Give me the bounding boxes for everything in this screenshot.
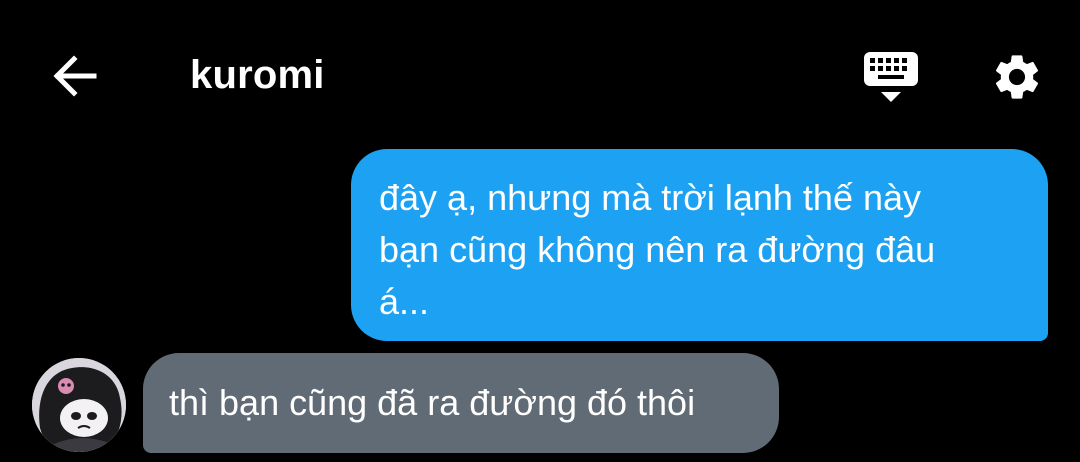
message-text-line: đây ạ, nhưng mà trời lạnh thế này bbox=[379, 177, 922, 218]
keyboard-icon bbox=[864, 52, 918, 102]
kuromi-avatar-icon bbox=[32, 358, 126, 452]
arrow-left-icon bbox=[53, 55, 97, 97]
message-bubble-received[interactable]: thì bạn cũng đã ra đường đó thôi bbox=[143, 353, 779, 453]
chat-title: kuromi bbox=[190, 53, 325, 97]
message-text-line: bạn cũng không nên ra đường đâu bbox=[379, 229, 936, 270]
keyboard-button[interactable] bbox=[862, 50, 920, 106]
message-text: thì bạn cũng đã ra đường đó thôi bbox=[169, 382, 696, 423]
settings-button[interactable] bbox=[988, 50, 1046, 104]
avatar[interactable] bbox=[32, 358, 126, 452]
gear-icon bbox=[995, 55, 1039, 99]
message-text-line: á... bbox=[379, 281, 430, 322]
message-bubble-sent[interactable]: đây ạ, nhưng mà trời lạnh thế này bạn cũ… bbox=[351, 149, 1048, 341]
back-button[interactable] bbox=[48, 52, 100, 100]
